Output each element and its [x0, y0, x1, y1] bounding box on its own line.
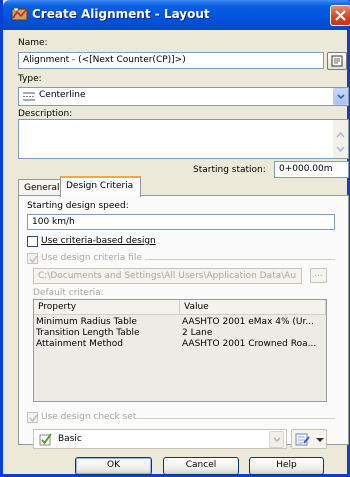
- browse-label: ...: [314, 269, 323, 279]
- table-row[interactable]: Minimum Radius Table AASHTO 2001 eMax 4%…: [34, 317, 326, 328]
- scroll-down-icon[interactable]: [333, 142, 348, 156]
- type-label: Type:: [18, 74, 42, 84]
- close-button[interactable]: [330, 5, 350, 26]
- ok-button[interactable]: OK: [75, 457, 152, 475]
- browse-criteria-file-button[interactable]: ...: [310, 268, 327, 283]
- table-cell-value: AASHTO 2001 Crowned Roa...: [182, 339, 317, 349]
- tab-design-criteria[interactable]: Design Criteria: [60, 176, 141, 197]
- checkmark-icon: [29, 414, 38, 423]
- name-label: Name:: [18, 38, 48, 48]
- criteria-table[interactable]: Property Value Minimum Radius Table AASH…: [33, 299, 327, 402]
- name-template-button[interactable]: [327, 52, 347, 70]
- design-speed-label: Starting design speed:: [27, 201, 129, 211]
- table-cell-value: AASHTO 2001 eMax 4% (Ur...: [182, 317, 314, 327]
- table-row[interactable]: Transition Length Table 2 Lane: [34, 328, 326, 339]
- cancel-button[interactable]: Cancel: [163, 457, 239, 475]
- type-dropdown-button[interactable]: [333, 88, 348, 105]
- criteria-file-path-field[interactable]: C:\Documents and Settings\All Users\Appl…: [33, 268, 302, 284]
- starting-station-label: Starting station:: [193, 165, 266, 175]
- use-criteria-file-label: Use design criteria file: [41, 253, 142, 263]
- starting-station-field[interactable]: 0+000.00m: [274, 161, 349, 178]
- scroll-up-icon[interactable]: [333, 128, 348, 142]
- check-set-select[interactable]: Basic: [33, 429, 287, 449]
- tab-design-criteria-label: Design Criteria: [66, 181, 134, 191]
- chevron-down-icon: [273, 437, 281, 443]
- tab-general[interactable]: General: [18, 179, 61, 196]
- check-set-value: Basic: [58, 434, 82, 444]
- use-check-set-label: Use design check set: [41, 412, 137, 422]
- type-select-value: Centerline: [39, 90, 86, 100]
- dialog-window: Create Alignment - Layout Name: Alignmen…: [0, 0, 350, 477]
- use-check-set-checkbox[interactable]: [27, 412, 38, 423]
- use-criteria-file-checkbox[interactable]: [27, 253, 38, 264]
- use-criteria-checkbox[interactable]: [27, 236, 38, 247]
- description-label: Description:: [18, 109, 73, 119]
- table-cell-property: Attainment Method: [36, 339, 123, 349]
- name-field[interactable]: Alignment - (<[Next Counter(CP)]>): [18, 52, 324, 69]
- table-cell-value: 2 Lane: [182, 328, 213, 338]
- tab-general-label: General: [24, 183, 60, 193]
- name-template-icon: [331, 55, 343, 67]
- title-bar[interactable]: Create Alignment - Layout: [3, 0, 350, 30]
- use-criteria-label[interactable]: Use criteria-based design: [41, 236, 156, 246]
- table-cell-property: Transition Length Table: [36, 328, 140, 338]
- check-set-options-button[interactable]: [291, 429, 327, 449]
- description-textarea[interactable]: [18, 119, 349, 159]
- checkmark-icon: [29, 255, 38, 264]
- chevron-down-icon: [337, 94, 345, 100]
- design-speed-field[interactable]: 100 km/h: [27, 214, 335, 230]
- centerline-icon: [23, 92, 35, 101]
- check-set-group-line: [133, 418, 335, 419]
- check-set-icon: [39, 433, 52, 446]
- window-title: Create Alignment - Layout: [32, 7, 210, 21]
- default-criteria-label: Default criteria:: [33, 288, 104, 298]
- alignment-app-icon: [11, 7, 28, 21]
- help-button[interactable]: Help: [249, 457, 324, 475]
- check-set-dropdown-button[interactable]: [269, 431, 284, 448]
- table-row[interactable]: Attainment Method AASHTO 2001 Crowned Ro…: [34, 339, 326, 350]
- table-cell-property: Minimum Radius Table: [36, 317, 137, 327]
- edit-check-set-icon: [295, 433, 310, 446]
- chevron-down-icon: [316, 438, 324, 442]
- type-select[interactable]: Centerline: [18, 87, 349, 106]
- close-icon: [335, 10, 346, 21]
- criteria-file-group-line: [145, 259, 335, 260]
- column-header-property[interactable]: Property: [34, 300, 180, 315]
- description-scrollbar[interactable]: [333, 120, 348, 158]
- column-header-value[interactable]: Value: [180, 300, 326, 315]
